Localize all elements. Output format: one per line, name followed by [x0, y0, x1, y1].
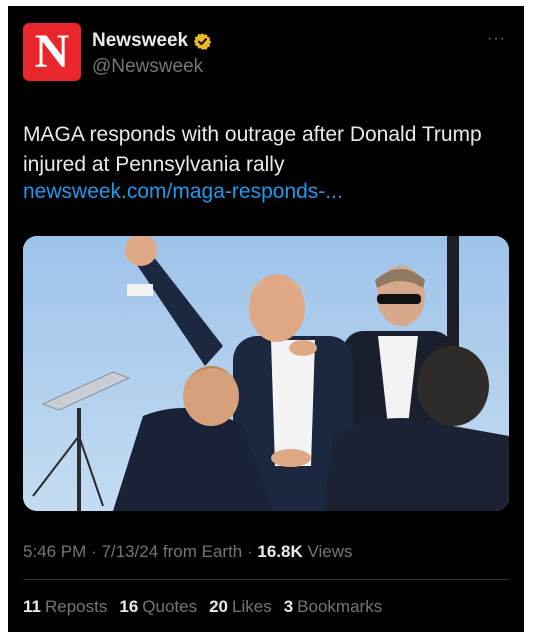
bookmarks-label: Bookmarks	[297, 597, 383, 616]
avatar[interactable]: N	[23, 23, 81, 81]
meta-separator: ·	[247, 542, 258, 561]
reposts-count: 11	[23, 597, 41, 616]
tweet-card: N Newsweek @Newsweek ··· MAGA responds w…	[8, 6, 524, 632]
stat-reposts[interactable]: 11 Reposts	[23, 597, 107, 617]
views-count: 16.8K	[257, 542, 303, 561]
likes-count: 20	[209, 597, 229, 616]
tweet-source: from Earth	[162, 542, 243, 561]
photo-illustration	[23, 236, 509, 511]
verified-badge-icon	[193, 32, 212, 50]
stat-likes[interactable]: 20 Likes	[209, 597, 272, 617]
quotes-label: Quotes	[142, 597, 198, 616]
tweet-text: MAGA responds with outrage after Donald …	[23, 123, 482, 176]
views-label: Views	[307, 542, 353, 561]
more-options-icon[interactable]: ···	[487, 30, 506, 48]
tweet-photo[interactable]	[23, 236, 509, 511]
author-name-row: Newsweek	[92, 30, 212, 52]
tweet-time[interactable]: 5:46 PM	[23, 542, 86, 561]
tweet-meta: 5:46 PM · 7/13/24 from Earth · 16.8K Vie…	[23, 542, 353, 562]
tweet-link[interactable]: newsweek.com/maga-responds-...	[23, 180, 343, 204]
stat-quotes[interactable]: 16 Quotes	[119, 597, 197, 617]
divider	[23, 579, 509, 580]
tweet-date[interactable]: 7/13/24	[101, 542, 158, 561]
stat-bookmarks[interactable]: 3 Bookmarks	[284, 597, 383, 617]
author-name[interactable]: Newsweek	[92, 30, 188, 52]
engagement-stats: 11 Reposts 16 Quotes 20 Likes 3 Bookmarks	[23, 597, 382, 617]
bookmarks-count: 3	[283, 597, 294, 616]
likes-label: Likes	[232, 597, 272, 616]
avatar-logo-letter: N	[34, 25, 70, 78]
meta-separator: ·	[91, 542, 102, 561]
reposts-label: Reposts	[44, 597, 108, 616]
quotes-count: 16	[119, 597, 139, 616]
author-handle[interactable]: @Newsweek	[92, 56, 203, 78]
